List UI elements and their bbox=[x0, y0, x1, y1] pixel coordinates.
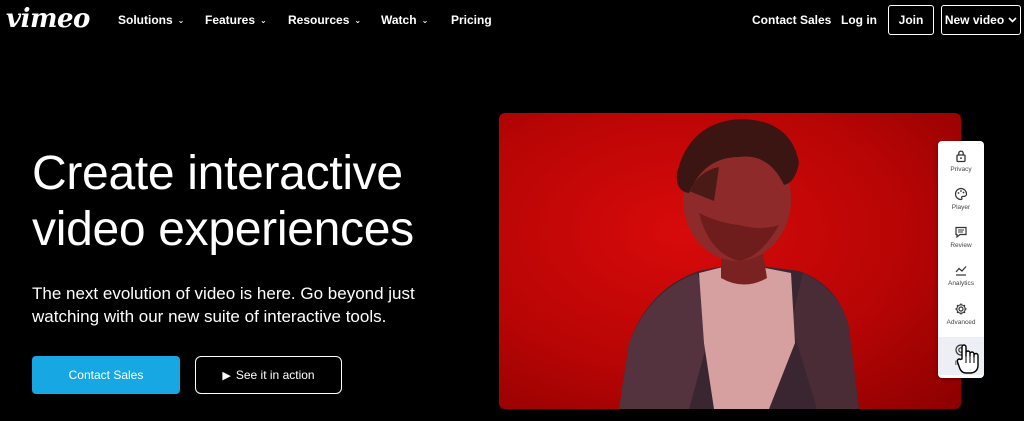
new-video-button[interactable]: New video bbox=[941, 5, 1021, 35]
chevron-down-icon: ⌄ bbox=[177, 16, 185, 25]
chevron-down-icon: ⌄ bbox=[421, 16, 429, 25]
nav-watch-label: Watch bbox=[381, 13, 417, 27]
see-it-in-action-label: See it in action bbox=[235, 368, 315, 382]
chart-icon bbox=[955, 266, 967, 276]
join-button[interactable]: Join bbox=[888, 5, 934, 35]
nav-watch[interactable]: Watch ⌄ bbox=[381, 12, 428, 29]
nav-features-label: Features bbox=[205, 13, 256, 27]
contact-sales-button[interactable]: Contact Sales bbox=[32, 356, 180, 394]
hand-cursor-icon bbox=[956, 344, 979, 374]
contact-sales-label: Contact Sales bbox=[68, 368, 144, 382]
toolbar-item-label: Advanced bbox=[946, 319, 976, 326]
hero-video[interactable] bbox=[499, 113, 961, 409]
play-icon: ▶ bbox=[222, 369, 231, 382]
new-video-label: New video bbox=[944, 13, 1005, 27]
toolbar-item-analytics[interactable]: Analytics bbox=[938, 257, 984, 295]
toolbar-item-player[interactable]: Player bbox=[938, 181, 984, 219]
gear-icon bbox=[955, 303, 967, 315]
nav-resources[interactable]: Resources ⌄ bbox=[288, 12, 361, 29]
hero-headline-line2: video experiences bbox=[32, 203, 414, 256]
nav-solutions-label: Solutions bbox=[118, 13, 173, 27]
toolbar-item-privacy[interactable]: Privacy bbox=[938, 143, 984, 181]
nav-pricing-label: Pricing bbox=[451, 13, 492, 27]
toolbar-item-label: Analytics bbox=[947, 280, 974, 287]
toolbar-item-label: Review bbox=[950, 242, 972, 249]
toolbar-item-review[interactable]: Review bbox=[938, 219, 984, 257]
toolbar-item-label: Privacy bbox=[950, 166, 972, 173]
chevron-down-icon bbox=[1008, 17, 1017, 23]
chevron-down-icon: ⌄ bbox=[354, 16, 362, 25]
nav-features[interactable]: Features ⌄ bbox=[205, 12, 267, 29]
hero-subtext: The next evolution of video is here. Go … bbox=[32, 284, 415, 326]
nav-login[interactable]: Log in bbox=[841, 12, 877, 28]
palette-icon bbox=[954, 187, 968, 201]
nav-resources-label: Resources bbox=[288, 13, 350, 27]
person-silhouette bbox=[619, 119, 859, 409]
nav-contact-sales[interactable]: Contact Sales bbox=[752, 12, 831, 28]
hero-headline-line1: Create interactive bbox=[32, 147, 403, 200]
top-nav: vimeo Solutions ⌄ Features ⌄ Resources ⌄ Wa… bbox=[0, 0, 1024, 40]
nav-pricing[interactable]: Pricing bbox=[451, 12, 492, 28]
nav-solutions[interactable]: Solutions ⌄ bbox=[118, 12, 184, 29]
chevron-down-icon: ⌄ bbox=[260, 16, 267, 25]
comment-icon bbox=[955, 226, 967, 239]
lock-icon bbox=[956, 150, 966, 163]
join-button-label: Join bbox=[898, 13, 924, 27]
vimeo-logo[interactable]: vimeo bbox=[6, 5, 90, 33]
toolbar-item-advanced[interactable]: Advanced bbox=[938, 296, 984, 334]
see-it-in-action-button[interactable]: ▶ See it in action bbox=[195, 356, 342, 394]
toolbar-item-label: Player bbox=[951, 204, 971, 211]
hero-headline: Create interactive video experiences bbox=[32, 146, 492, 258]
